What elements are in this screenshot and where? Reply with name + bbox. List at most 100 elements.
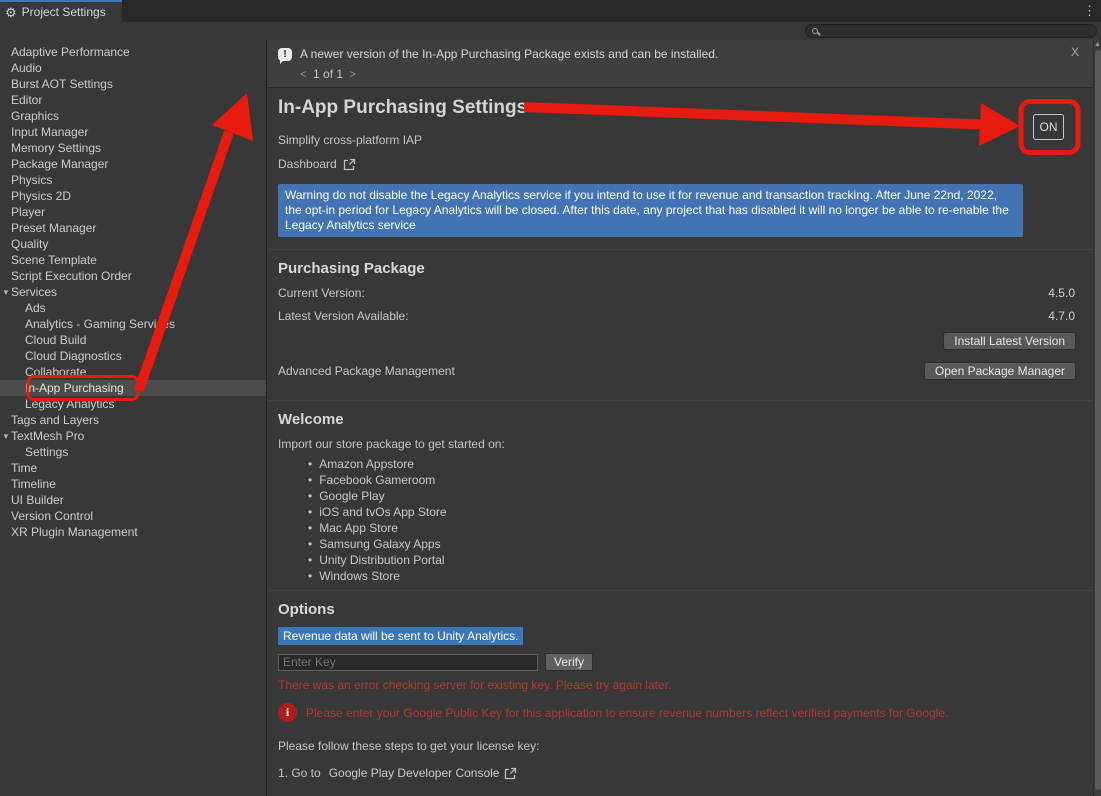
sidebar-item[interactable]: ▼ Script Execution Order — [0, 268, 266, 284]
sidebar-item-label: Tags and Layers — [11, 413, 99, 427]
tab-bar: ⚙ Project Settings ⋮ — [0, 0, 1101, 22]
sidebar-item[interactable]: ▼ Tags and Layers — [0, 412, 266, 428]
sidebar-item[interactable]: ▼ Input Manager — [0, 124, 266, 140]
search-box[interactable] — [805, 24, 1097, 38]
sidebar-item-label: UI Builder — [11, 493, 64, 507]
sidebar-item[interactable]: ▼ UI Builder — [0, 492, 266, 508]
welcome-section: Welcome Import our store package to get … — [268, 401, 1093, 585]
gear-icon: ⚙ — [5, 6, 17, 19]
sidebar-item[interactable]: ▼ Cloud Build — [0, 332, 266, 348]
sidebar-item-label: Physics 2D — [11, 189, 71, 203]
install-latest-version-button[interactable]: Install Latest Version — [943, 332, 1076, 350]
pager-prev-icon[interactable]: < — [300, 67, 307, 81]
sidebar-item-label: Package Manager — [11, 157, 108, 171]
google-play-console-link[interactable]: Google Play Developer Console — [329, 766, 500, 780]
alert-bubble-icon: ! — [278, 48, 292, 61]
page-title: In-App Purchasing Settings — [278, 97, 1083, 119]
sidebar-item-label: Cloud Diagnostics — [25, 349, 122, 363]
verify-button[interactable]: Verify — [545, 653, 593, 671]
sidebar-item-label: Input Manager — [11, 125, 88, 139]
sidebar-item[interactable]: ▼ Physics 2D — [0, 188, 266, 204]
open-package-manager-button[interactable]: Open Package Manager — [924, 362, 1076, 380]
sidebar-item[interactable]: ▼ Adaptive Performance — [0, 44, 266, 60]
sidebar-item[interactable]: ▼ Time — [0, 460, 266, 476]
current-version-value: 4.5.0 — [1048, 286, 1075, 300]
current-version-label: Current Version: — [278, 286, 365, 300]
foldout-triangle-icon[interactable]: ▼ — [1, 432, 11, 441]
store-list-item: Unity Distribution Portal — [278, 553, 1083, 569]
dashboard-link[interactable]: Dashboard — [278, 157, 337, 171]
step1-prefix: 1. Go to — [278, 766, 321, 780]
sidebar-item[interactable]: ▼ Audio — [0, 60, 266, 76]
sidebar-item-label: Player — [11, 205, 45, 219]
sidebar-item[interactable]: ▼ Burst AOT Settings — [0, 76, 266, 92]
sidebar-item[interactable]: ▼ Version Control — [0, 508, 266, 524]
error-info-icon: i — [278, 703, 297, 722]
store-list: Amazon Appstore Facebook Gameroom Google… — [278, 457, 1083, 585]
google-key-input[interactable] — [278, 654, 538, 671]
steps-intro: Please follow these steps to get your li… — [278, 739, 1083, 753]
sidebar-item[interactable]: ▼ Scene Template — [0, 252, 266, 268]
store-list-item: Amazon Appstore — [278, 457, 1083, 473]
pager-label: 1 of 1 — [313, 67, 343, 81]
search-icon — [812, 28, 818, 34]
sidebar-item[interactable]: ▼ Services — [0, 284, 266, 300]
sidebar-item[interactable]: ▼ Physics — [0, 172, 266, 188]
toolbar — [0, 22, 1101, 40]
sidebar-item[interactable]: ▼ Cloud Diagnostics — [0, 348, 266, 364]
sidebar-item-label: XR Plugin Management — [11, 525, 138, 539]
panel-header: In-App Purchasing Settings Simplify cros… — [268, 88, 1093, 171]
foldout-triangle-icon[interactable]: ▼ — [1, 288, 11, 297]
sidebar-item-label: Legacy Analytics — [25, 397, 114, 411]
sidebar-item[interactable]: ▼ TextMesh Pro — [0, 428, 266, 444]
notification-pager: < 1 of 1 > — [300, 67, 1083, 81]
scroll-up-arrow-icon[interactable]: ▲ — [1094, 41, 1101, 49]
sidebar-item[interactable]: ▼ Timeline — [0, 476, 266, 492]
close-icon[interactable]: X — [1071, 45, 1079, 59]
sidebar-item[interactable]: ▼ Player — [0, 204, 266, 220]
sidebar-item-label: Preset Manager — [11, 221, 96, 235]
sidebar-item[interactable]: ▼ In-App Purchasing — [0, 380, 266, 396]
pager-next-icon[interactable]: > — [349, 67, 356, 81]
sidebar-item[interactable]: ▼ Analytics - Gaming Services — [0, 316, 266, 332]
sidebar-item-label: Collaborate — [25, 365, 86, 379]
sidebar-item[interactable]: ▼ Package Manager — [0, 156, 266, 172]
store-list-item: Facebook Gameroom — [278, 473, 1083, 489]
sidebar-item-label: TextMesh Pro — [11, 429, 84, 443]
search-input[interactable] — [818, 25, 1078, 37]
section-heading: Purchasing Package — [278, 260, 1083, 277]
server-error-text: There was an error checking server for e… — [278, 678, 1083, 692]
welcome-intro: Import our store package to get started … — [278, 437, 1083, 451]
sidebar-item[interactable]: ▼ Collaborate — [0, 364, 266, 380]
sidebar-item[interactable]: ▼ Preset Manager — [0, 220, 266, 236]
page-subtitle: Simplify cross-platform IAP — [278, 133, 1083, 147]
google-key-warning: Please enter your Google Public Key for … — [306, 706, 948, 720]
external-link-icon[interactable] — [343, 158, 356, 171]
options-section: Options Revenue data will be sent to Uni… — [268, 591, 1093, 796]
sidebar-item[interactable]: ▼ Memory Settings — [0, 140, 266, 156]
sidebar-item[interactable]: ▼ Settings — [0, 444, 266, 460]
sidebar-item-label: Time — [11, 461, 37, 475]
service-toggle-on-button[interactable]: ON — [1033, 114, 1064, 140]
legacy-analytics-warning: Warning do not disable the Legacy Analyt… — [278, 184, 1023, 237]
scrollbar-thumb[interactable] — [1095, 50, 1101, 790]
sidebar-item[interactable]: ▼ Legacy Analytics — [0, 396, 266, 412]
sidebar-item[interactable]: ▼ Graphics — [0, 108, 266, 124]
sidebar-item-label: Audio — [11, 61, 42, 75]
latest-version-label: Latest Version Available: — [278, 309, 409, 323]
sidebar-item[interactable]: ▼ Ads — [0, 300, 266, 316]
kebab-menu-icon[interactable]: ⋮ — [1083, 3, 1096, 19]
sidebar-item[interactable]: ▼ Editor — [0, 92, 266, 108]
sidebar-item[interactable]: ▼ Quality — [0, 236, 266, 252]
sidebar-item-label: Ads — [25, 301, 46, 315]
vertical-scrollbar[interactable]: ▲ — [1093, 40, 1101, 796]
notification-banner: ! A newer version of the In-App Purchasi… — [268, 40, 1093, 88]
tab-project-settings[interactable]: ⚙ Project Settings — [0, 0, 122, 22]
sidebar-item-label: Timeline — [11, 477, 56, 491]
external-link-icon[interactable] — [504, 767, 517, 780]
sidebar-item-label: Version Control — [11, 509, 93, 523]
section-heading: Welcome — [278, 411, 1083, 428]
sidebar-item-label: Services — [11, 285, 57, 299]
sidebar-item[interactable]: ▼ XR Plugin Management — [0, 524, 266, 540]
settings-category-list: ▼ Adaptive Performance ▼ Audio ▼ Burst A… — [0, 40, 267, 796]
